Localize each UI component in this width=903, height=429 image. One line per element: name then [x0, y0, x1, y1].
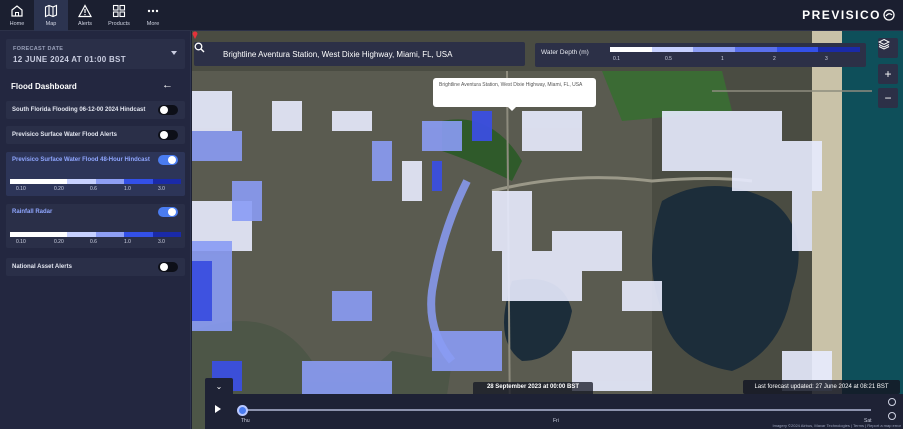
- back-arrow-icon[interactable]: ←: [162, 79, 173, 91]
- flood-legend-bar: [10, 179, 181, 184]
- layer-toggle[interactable]: [158, 155, 178, 165]
- layer-name: Previsico Surface Water Flood Alerts: [12, 132, 117, 138]
- water-depth-tick: 1: [721, 56, 724, 62]
- layer-name: South Florida Flooding 06-12-00 2024 Hin…: [12, 107, 146, 113]
- layer-name: National Asset Alerts: [12, 264, 72, 270]
- top-navigation-bar: Home Map Alerts Products More PREVISICO: [0, 0, 903, 31]
- layers-icon: [878, 38, 890, 50]
- search-icon: [194, 42, 205, 53]
- layer-toggle[interactable]: [158, 262, 178, 272]
- nav-products[interactable]: Products: [102, 0, 136, 31]
- layer-name: Previsico Surface Water Flood 48-Hour Hi…: [12, 157, 150, 163]
- rainfall-legend-ticks: 0.10 0.20 0.6 1.0 3.0: [16, 239, 176, 247]
- water-depth-tick: 0.5: [665, 56, 672, 62]
- loop-icon[interactable]: [888, 412, 896, 420]
- timeline-day-label: Thu: [241, 418, 250, 424]
- nav-home[interactable]: Home: [0, 0, 34, 31]
- layer-toggle[interactable]: [158, 105, 178, 115]
- nav-map[interactable]: Map: [34, 0, 68, 31]
- timeline-day-label: Fri: [553, 418, 559, 424]
- layer-toggle[interactable]: [158, 207, 178, 217]
- water-depth-tick: 0.1: [613, 56, 620, 62]
- more-dots-icon: [147, 9, 159, 13]
- layer-rainfall-radar: Rainfall Radar 0.10 0.20 0.6 1.0 3.0: [6, 204, 185, 248]
- legend-tick: 0.20: [54, 239, 64, 245]
- layer-toggle[interactable]: [158, 130, 178, 140]
- timeline-bar: ⌄ 28 September 2023 at 00:00 BST Last fo…: [205, 378, 903, 429]
- sidebar: FORECAST DATE 12 JUNE 2024 AT 01:00 BST …: [0, 31, 191, 429]
- grid-icon: [112, 4, 126, 18]
- location-pin-icon[interactable]: [192, 31, 198, 39]
- layer-name: Rainfall Radar: [12, 209, 53, 215]
- nav-map-label: Map: [45, 21, 57, 27]
- zoom-in-button[interactable]: +: [878, 64, 898, 84]
- flood-legend-ticks: 0.10 0.20 0.6 1.0 3.0: [16, 186, 176, 194]
- water-depth-tick: 2: [773, 56, 776, 62]
- layer-national-asset-alerts: National Asset Alerts: [6, 258, 185, 276]
- zoom-out-button[interactable]: −: [878, 88, 898, 108]
- logo-swirl-icon: [883, 9, 895, 21]
- timeline-handle[interactable]: [237, 405, 248, 416]
- chevron-down-icon: [171, 51, 177, 55]
- legend-tick: 1.0: [124, 239, 131, 245]
- search-input[interactable]: [223, 48, 513, 60]
- layer-south-florida-flooding: South Florida Flooding 06-12-00 2024 Hin…: [6, 101, 185, 119]
- legend-tick: 0.10: [16, 239, 26, 245]
- speed-icon[interactable]: [888, 398, 896, 406]
- layer-surface-water-flood-alerts: Previsico Surface Water Flood Alerts: [6, 126, 185, 144]
- layer-surface-water-flood-hindcast: Previsico Surface Water Flood 48-Hour Hi…: [6, 152, 185, 196]
- water-depth-legend: Water Depth (m) 0.1 0.5 1 2 3: [535, 43, 866, 67]
- legend-tick: 0.10: [16, 186, 26, 192]
- legend-tick: 3.0: [158, 186, 165, 192]
- timeline-track[interactable]: [241, 409, 871, 411]
- timeline-collapse-button[interactable]: ⌄: [205, 378, 233, 394]
- home-icon: [11, 5, 23, 17]
- location-tooltip: Brightline Aventura Station, West Dixie …: [433, 78, 596, 111]
- dashboard-title: Flood Dashboard: [11, 82, 77, 91]
- play-icon[interactable]: [215, 405, 221, 413]
- previsico-logo: PREVISICO: [802, 8, 895, 22]
- water-depth-tick: 3: [825, 56, 828, 62]
- logo-text: PREVISICO: [802, 8, 881, 22]
- legend-tick: 0.20: [54, 186, 64, 192]
- map-view[interactable]: ‹ Water Depth (m) 0.1 0.5 1 2 3 + − Brig…: [192, 31, 903, 429]
- forecast-date-label: FORECAST DATE: [13, 46, 64, 52]
- forecast-date-selector[interactable]: FORECAST DATE 12 JUNE 2024 AT 01:00 BST: [6, 39, 185, 69]
- water-depth-title: Water Depth (m): [541, 49, 589, 56]
- nav-more[interactable]: More: [136, 0, 170, 31]
- legend-tick: 3.0: [158, 239, 165, 245]
- forecast-date-value: 12 JUNE 2024 AT 01:00 BST: [13, 55, 126, 64]
- chevron-down-icon: ⌄: [215, 381, 223, 391]
- nav-alerts-label: Alerts: [77, 21, 93, 27]
- map-attribution[interactable]: Imagery ©2024 Airbus, Maxar Technologies…: [773, 423, 902, 428]
- nav-home-label: Home: [9, 21, 25, 27]
- nav-alerts[interactable]: Alerts: [68, 0, 102, 31]
- location-search-bar: ‹: [194, 42, 525, 66]
- layers-button[interactable]: [878, 38, 898, 58]
- last-updated-badge: Last forecast updated: 27 June 2024 at 0…: [743, 380, 900, 394]
- alert-triangle-icon: [78, 4, 92, 18]
- map-icon: [44, 4, 58, 18]
- legend-tick: 0.6: [90, 186, 97, 192]
- water-depth-bar: [610, 47, 861, 52]
- legend-tick: 0.6: [90, 239, 97, 245]
- nav-products-label: Products: [108, 21, 130, 27]
- nav-more-label: More: [146, 21, 160, 27]
- legend-tick: 1.0: [124, 186, 131, 192]
- rainfall-legend-bar: [10, 232, 181, 237]
